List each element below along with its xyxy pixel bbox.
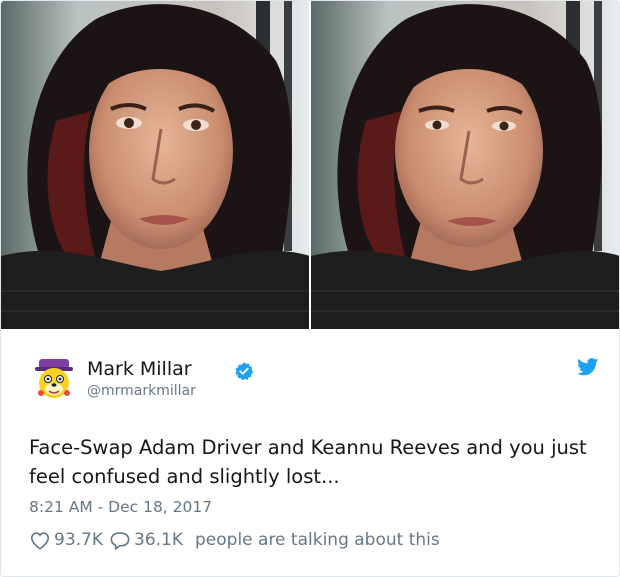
tweet-card: Mark Millar @mrmarkmillar Face-Swap Adam… bbox=[0, 0, 620, 577]
author-handle[interactable]: @mrmarkmillar bbox=[87, 383, 196, 399]
portrait-illustration bbox=[1, 1, 309, 329]
tweet-text: Face-Swap Adam Driver and Keannu Reeves … bbox=[29, 436, 587, 488]
reply-bubble-icon[interactable] bbox=[109, 530, 131, 550]
portrait-illustration bbox=[311, 1, 619, 329]
tweet-timestamp[interactable]: 8:21 AM - Dec 18, 2017 bbox=[29, 498, 212, 516]
heart-icon[interactable] bbox=[29, 530, 51, 550]
face-swap-photo-right[interactable] bbox=[311, 1, 619, 329]
avatar[interactable] bbox=[29, 353, 79, 403]
tweet-media[interactable] bbox=[1, 1, 619, 329]
author-name[interactable]: Mark Millar bbox=[87, 358, 192, 380]
talking-label[interactable]: people are talking about this bbox=[195, 530, 440, 550]
tweet-actions: 93.7K 36.1K people are talking about thi… bbox=[29, 528, 440, 552]
reply-count[interactable]: 36.1K bbox=[134, 530, 183, 550]
cartoon-bear-avatar-icon bbox=[29, 353, 79, 403]
face-swap-photo-left[interactable] bbox=[1, 1, 309, 329]
verified-badge-icon bbox=[235, 362, 254, 381]
like-count[interactable]: 93.7K bbox=[54, 530, 103, 550]
twitter-bird-icon[interactable] bbox=[577, 358, 599, 376]
tweet-header: Mark Millar @mrmarkmillar bbox=[29, 353, 599, 407]
